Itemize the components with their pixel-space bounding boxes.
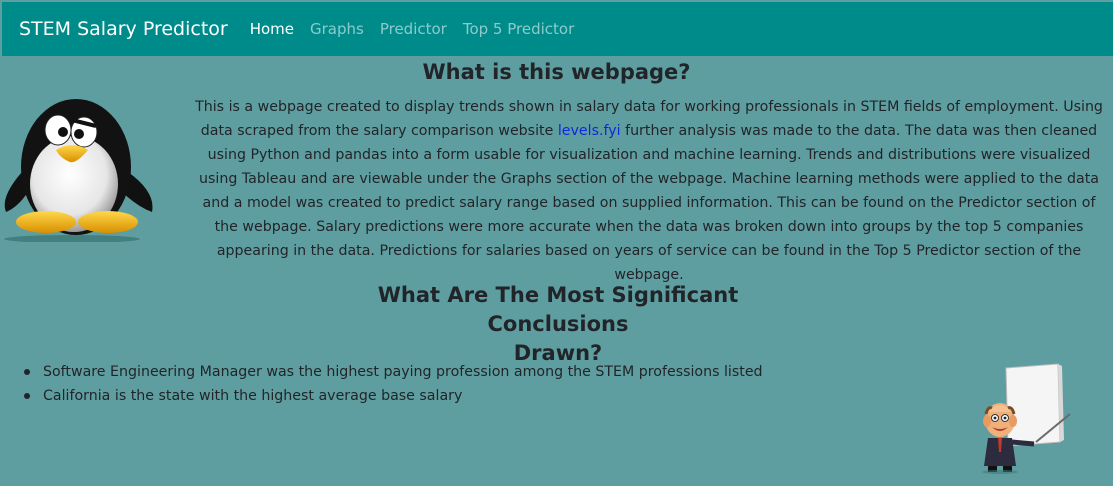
navbar: STEM Salary Predictor Home Graphs Predic… [2,2,1113,56]
nav-top5-predictor[interactable]: Top 5 Predictor [463,20,574,38]
list-item: California is the state with the highest… [24,384,763,408]
presenter-image [982,363,1071,474]
nav-predictor[interactable]: Predictor [380,20,447,38]
list-item-text: California is the state with the highest… [43,388,463,404]
conclusions-list: Software Engineering Manager was the hig… [24,360,763,408]
nav-home[interactable]: Home [250,20,294,38]
intro-title: What is this webpage? [422,60,691,84]
levels-fyi-link[interactable]: levels.fyi [558,123,621,139]
penguin-image [4,99,153,242]
list-item: Software Engineering Manager was the hig… [24,360,763,384]
intro-text-end: further analysis was made to the data. T… [199,123,1099,283]
list-item-text: Software Engineering Manager was the hig… [43,364,763,380]
conclusions-title-line1: What Are The Most Significant Conclusion… [377,283,739,336]
bullet-icon [24,369,30,375]
brand-link[interactable]: STEM Salary Predictor [19,18,228,40]
bullet-icon [24,393,30,399]
conclusions-title: What Are The Most Significant Conclusion… [308,281,808,368]
nav-graphs[interactable]: Graphs [310,20,364,38]
intro-paragraph: This is a webpage created to display tre… [190,95,1108,287]
